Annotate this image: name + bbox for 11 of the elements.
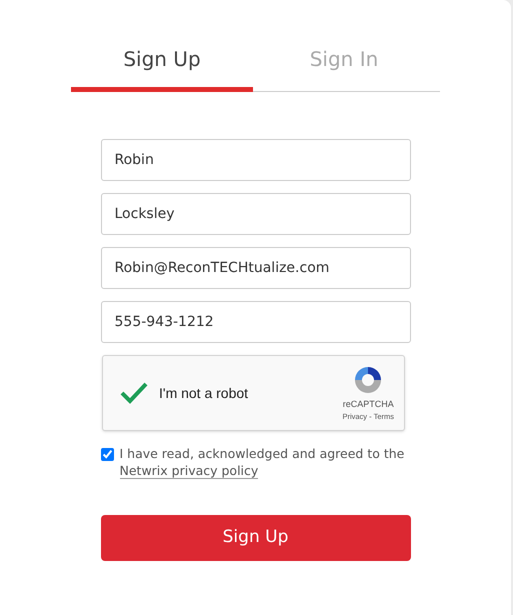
input-field[interactable]: 555-943-1212 xyxy=(100,301,410,343)
consent-checkbox[interactable] xyxy=(100,448,114,461)
captcha-label: I'm not a robot xyxy=(159,384,250,402)
input-field[interactable]: Locksley xyxy=(100,193,410,235)
consent-text: I have read, acknowledged and agreed to the xyxy=(120,446,404,461)
sign-up-button[interactable]: Sign Up xyxy=(100,515,410,561)
captcha-brand: reCAPTCHA xyxy=(342,398,394,411)
input-field[interactable]: Robin@ReconTECHtualize.com xyxy=(100,247,410,289)
tab[interactable]: Sign Up xyxy=(71,40,253,92)
privacy-policy-link[interactable]: Netwrix privacy policy xyxy=(120,463,258,479)
input-field[interactable]: Robin xyxy=(100,139,410,181)
